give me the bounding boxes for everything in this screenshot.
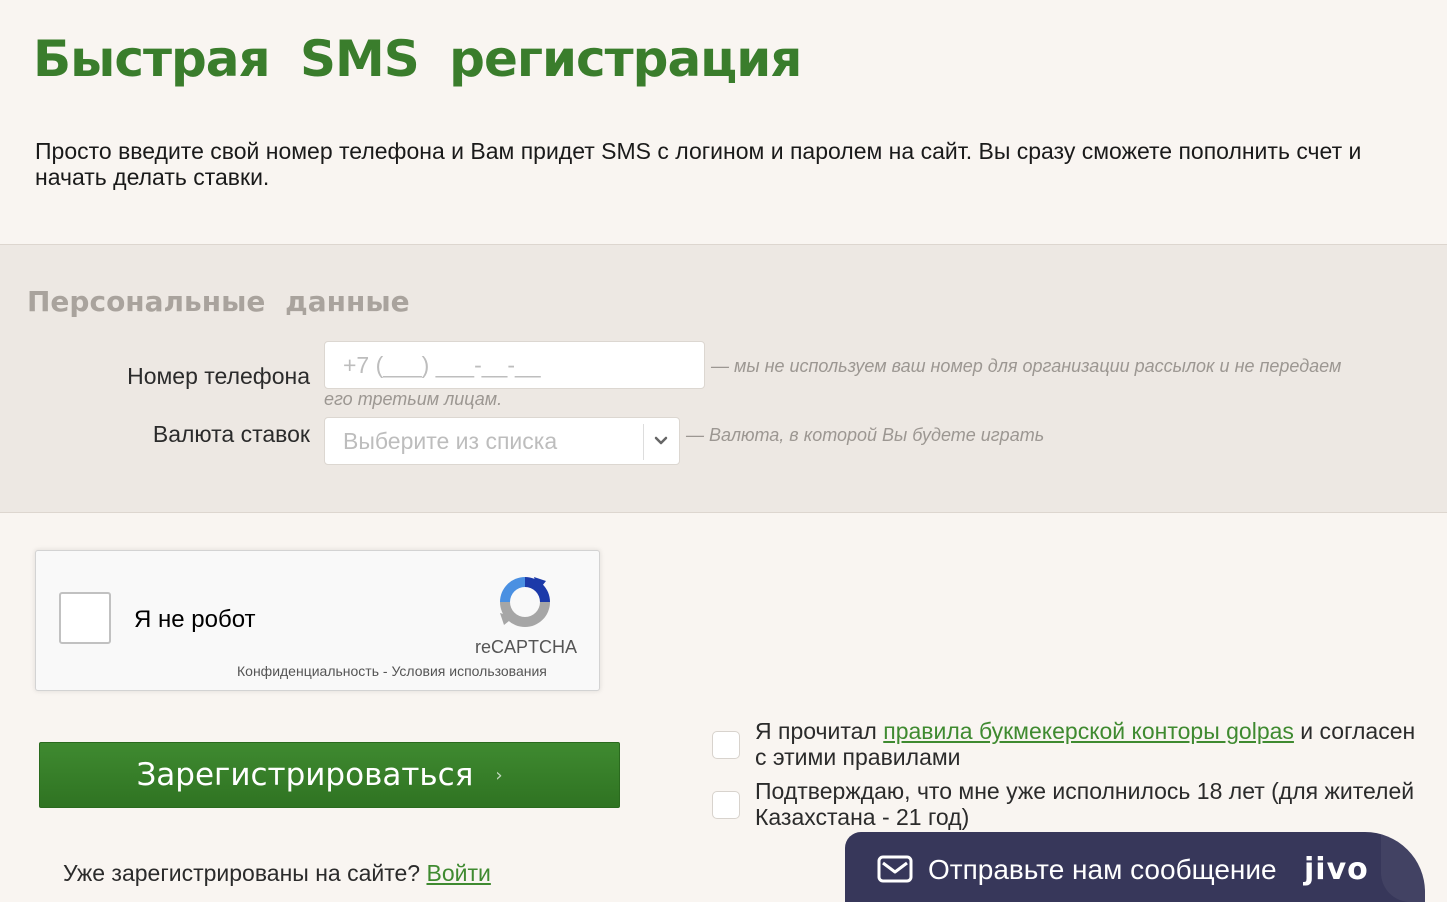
envelope-icon	[877, 855, 913, 883]
phone-label: Номер телефона	[127, 363, 310, 389]
section-title: Персональные данные	[27, 285, 410, 318]
age-confirmation: Подтверждаю, что мне уже исполнилось 18 …	[712, 778, 1432, 830]
personal-data-section: Персональные данные Номер телефона — мы …	[0, 244, 1447, 513]
phone-hint: — мы не используем ваш номер для организ…	[711, 356, 1342, 376]
recaptcha-brand: reCAPTCHA	[475, 637, 578, 657]
privacy-link[interactable]: Конфиденциальность	[237, 663, 379, 679]
currency-select[interactable]: Выберите из списка	[324, 417, 680, 465]
select-divider	[643, 424, 644, 460]
links-separator: -	[379, 663, 392, 679]
recaptcha-logo-icon	[500, 577, 550, 627]
login-prompt: Уже зарегистрированы на сайте? Войти	[63, 860, 491, 887]
age-confirmation-text: Подтверждаю, что мне уже исполнилось 18 …	[755, 778, 1415, 830]
login-link[interactable]: Войти	[426, 860, 490, 886]
currency-hint: — Валюта, в которой Вы будете играть	[686, 425, 1045, 445]
recaptcha-widget: Я не робот reCAPTCHA Конфиденциальность …	[35, 550, 600, 691]
recaptcha-label: Я не робот	[134, 606, 256, 633]
chat-widget[interactable]: Отправьте нам сообщение jivo	[845, 832, 1425, 902]
chevron-right-icon: ›	[495, 764, 503, 786]
terms-link[interactable]: Условия использования	[391, 663, 546, 679]
jivo-logo: jivo	[1304, 852, 1369, 887]
currency-select-value: Выберите из списка	[343, 428, 558, 454]
register-button[interactable]: Зарегистрироваться ›	[39, 742, 620, 808]
rules-agreement-text: Я прочитал правила букмекерской конторы …	[755, 718, 1432, 770]
phone-input[interactable]	[324, 341, 705, 389]
chat-decoration	[1381, 832, 1425, 902]
register-button-label: Зарегистрироваться	[136, 757, 474, 793]
rules-prefix: Я прочитал	[755, 718, 884, 744]
recaptcha-links: Конфиденциальность - Условия использован…	[237, 663, 547, 679]
already-registered-text: Уже зарегистрированы на сайте?	[63, 860, 421, 886]
rules-checkbox[interactable]	[712, 731, 740, 759]
chevron-down-icon[interactable]	[653, 430, 669, 450]
rules-link[interactable]: правила букмекерской конторы golpas	[883, 718, 1294, 744]
chat-prompt: Отправьте нам сообщение	[928, 854, 1277, 885]
age-checkbox[interactable]	[712, 791, 740, 819]
rules-agreement: Я прочитал правила букмекерской конторы …	[712, 718, 1432, 770]
recaptcha-checkbox[interactable]	[59, 592, 111, 644]
phone-hint-continuation: его третьим лицам.	[324, 389, 503, 409]
intro-text: Просто введите свой номер телефона и Вам…	[35, 138, 1362, 190]
page-title: Быстрая SMS регистрация	[33, 30, 802, 88]
currency-label: Валюта ставок	[152, 421, 310, 447]
